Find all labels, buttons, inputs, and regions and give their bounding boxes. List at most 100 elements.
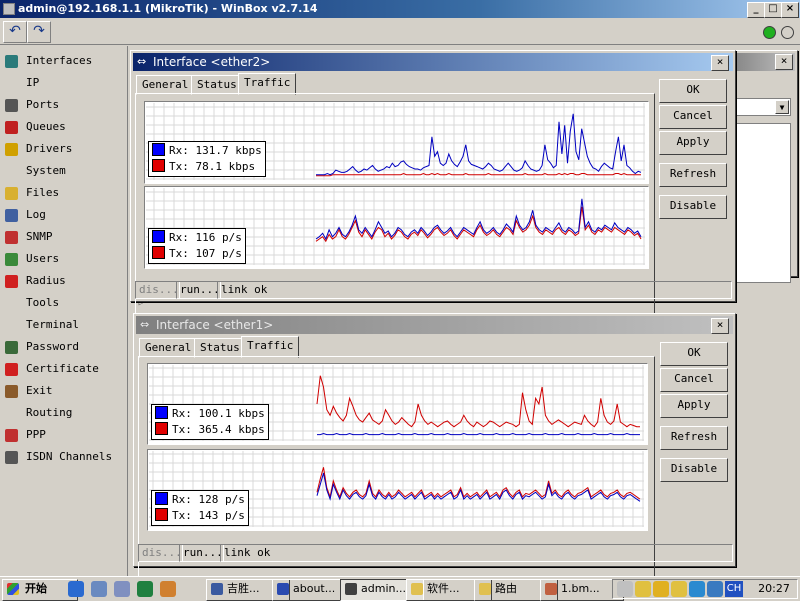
tx-swatch — [155, 422, 168, 435]
background-list — [731, 123, 791, 283]
interface-window-ether2: ⇔ Interface <ether2> × General Status Tr… — [130, 50, 736, 315]
sidebar-item-label: Users — [26, 252, 60, 265]
warning-icon[interactable] — [671, 581, 687, 597]
app-title-bar[interactable]: admin@192.168.1.1 (MikroTik) - WinBox v2… — [0, 0, 800, 18]
window-close-icon[interactable]: × — [711, 55, 729, 71]
sidebar-item-isdn-channels[interactable]: ISDN Channels — [0, 446, 152, 468]
app-icon — [3, 3, 15, 15]
sidebar-item-routing[interactable]: Routing▷ — [0, 402, 152, 424]
lan-icon[interactable] — [689, 581, 705, 597]
bits-legend: Rx: 131.7 kbps Tx: 78.1 kbps — [148, 141, 266, 177]
background-select[interactable]: ▼ — [731, 98, 791, 116]
rx-swatch — [155, 492, 168, 505]
apply-button[interactable]: Apply — [660, 394, 728, 418]
certificate-icon — [5, 363, 18, 376]
connection-status-icon — [763, 26, 776, 39]
password-icon — [5, 341, 18, 354]
window-title-bar[interactable]: ⇔ Interface <ether1> — [136, 316, 733, 334]
volume-icon[interactable] — [617, 581, 633, 597]
desktop-icon[interactable] — [91, 581, 107, 597]
sidebar-item-certificate[interactable]: Certificate — [0, 358, 152, 380]
maximize-button[interactable]: □ — [764, 2, 782, 18]
window-title-bar[interactable]: ⇔ Interface <ether2> — [133, 53, 733, 71]
rx-bits-label: Rx: 100.1 kbps — [172, 407, 265, 420]
queues-icon — [5, 121, 18, 134]
sidebar-item-label: Files — [26, 186, 60, 199]
refresh-button[interactable]: Refresh — [659, 163, 727, 187]
sidebar-item-ppp[interactable]: PPP — [0, 424, 152, 446]
ppp-icon — [5, 429, 18, 442]
undo-button[interactable]: ↶ — [3, 21, 27, 43]
tab-bar: General Status Traffic — [139, 336, 659, 358]
tab-traffic[interactable]: Traffic — [238, 73, 297, 95]
ie-icon[interactable] — [68, 581, 84, 597]
tab-status[interactable]: Status — [194, 338, 246, 358]
sidebar-item-password[interactable]: Password — [0, 336, 152, 358]
interface-icon: ⇔ — [140, 318, 150, 331]
close-button[interactable]: × — [781, 2, 799, 18]
sidebar-item-label: Tools — [26, 296, 60, 309]
cancel-button[interactable]: Cancel — [659, 105, 727, 129]
tab-general[interactable]: General — [139, 338, 198, 358]
cancel-button[interactable]: Cancel — [660, 368, 728, 392]
sidebar-item-label: Radius — [26, 274, 66, 287]
status-running: run... — [179, 544, 224, 562]
word-icon — [277, 583, 289, 595]
chevron-down-icon[interactable]: ▼ — [775, 100, 789, 114]
disable-button[interactable]: Disable — [659, 195, 727, 219]
tab-status[interactable]: Status — [191, 75, 243, 95]
status-link: link ok — [217, 281, 732, 299]
packets-legend: Rx: 116 p/s Tx: 107 p/s — [148, 228, 246, 264]
ok-button[interactable]: OK — [660, 342, 728, 366]
connection-icon[interactable] — [707, 581, 723, 597]
tab-general[interactable]: General — [136, 75, 195, 95]
bits-graph: Rx: 100.1 kbps Tx: 365.4 kbps — [147, 363, 648, 445]
sidebar-item-label: Exit — [26, 384, 53, 397]
taskbar-task-label: about... — [293, 582, 336, 595]
sidebar-menu: InterfacesIP▷PortsQueuesDriversSystem▷Fi… — [0, 46, 144, 576]
tx-swatch — [155, 508, 168, 521]
status-disabled: dis... — [138, 544, 183, 562]
log-icon — [5, 209, 18, 222]
rx-series-line — [316, 113, 642, 176]
status-disabled: dis... — [135, 281, 180, 299]
sidebar-item-label: Routing — [26, 406, 73, 419]
redo-button[interactable]: ↷ — [27, 21, 51, 43]
background-window-close-icon[interactable]: × — [775, 54, 793, 70]
media-icon[interactable] — [137, 581, 153, 597]
window-close-icon[interactable]: × — [711, 318, 729, 334]
tx-bits-label: Tx: 78.1 kbps — [169, 160, 256, 173]
disable-button[interactable]: Disable — [660, 458, 728, 482]
apply-button[interactable]: Apply — [659, 131, 727, 155]
rx-swatch — [152, 230, 165, 243]
refresh-button[interactable]: Refresh — [660, 426, 728, 450]
start-button[interactable]: 开始 — [2, 579, 78, 601]
tx-series-line — [316, 375, 640, 428]
input-language-indicator[interactable]: CH — [725, 581, 743, 597]
sidebar-item-exit[interactable]: Exit — [0, 380, 152, 402]
sidebar-item-label: ISDN Channels — [26, 450, 113, 463]
tx-swatch — [152, 159, 165, 172]
security-icon[interactable] — [653, 581, 669, 597]
taskbar-task-label: 吉胜... — [227, 582, 260, 595]
qq-icon[interactable] — [160, 581, 176, 597]
taskbar-task-label: 路由 — [495, 582, 517, 595]
radius-icon — [5, 275, 18, 288]
network-icon[interactable] — [635, 581, 651, 597]
rx-series-line — [317, 432, 640, 436]
ok-button[interactable]: OK — [659, 79, 727, 103]
tab-traffic[interactable]: Traffic — [241, 336, 300, 358]
taskbar-task-label: 软件... — [427, 582, 460, 595]
sidebar-item-label: Terminal — [26, 318, 79, 331]
sidebar-item-label: Queues — [26, 120, 66, 133]
sidebar-item-label: Password — [26, 340, 79, 353]
outlook-icon[interactable] — [114, 581, 130, 597]
start-label: 开始 — [25, 582, 47, 595]
clock[interactable]: 20:27 — [753, 580, 795, 598]
status-running: run... — [176, 281, 221, 299]
sidebar-item-label: Certificate — [26, 362, 99, 375]
secure-status-icon — [781, 26, 794, 39]
status-link: link ok — [220, 544, 733, 562]
minimize-button[interactable]: _ — [747, 2, 765, 18]
sidebar-item-terminal[interactable]: Terminal — [0, 314, 152, 336]
